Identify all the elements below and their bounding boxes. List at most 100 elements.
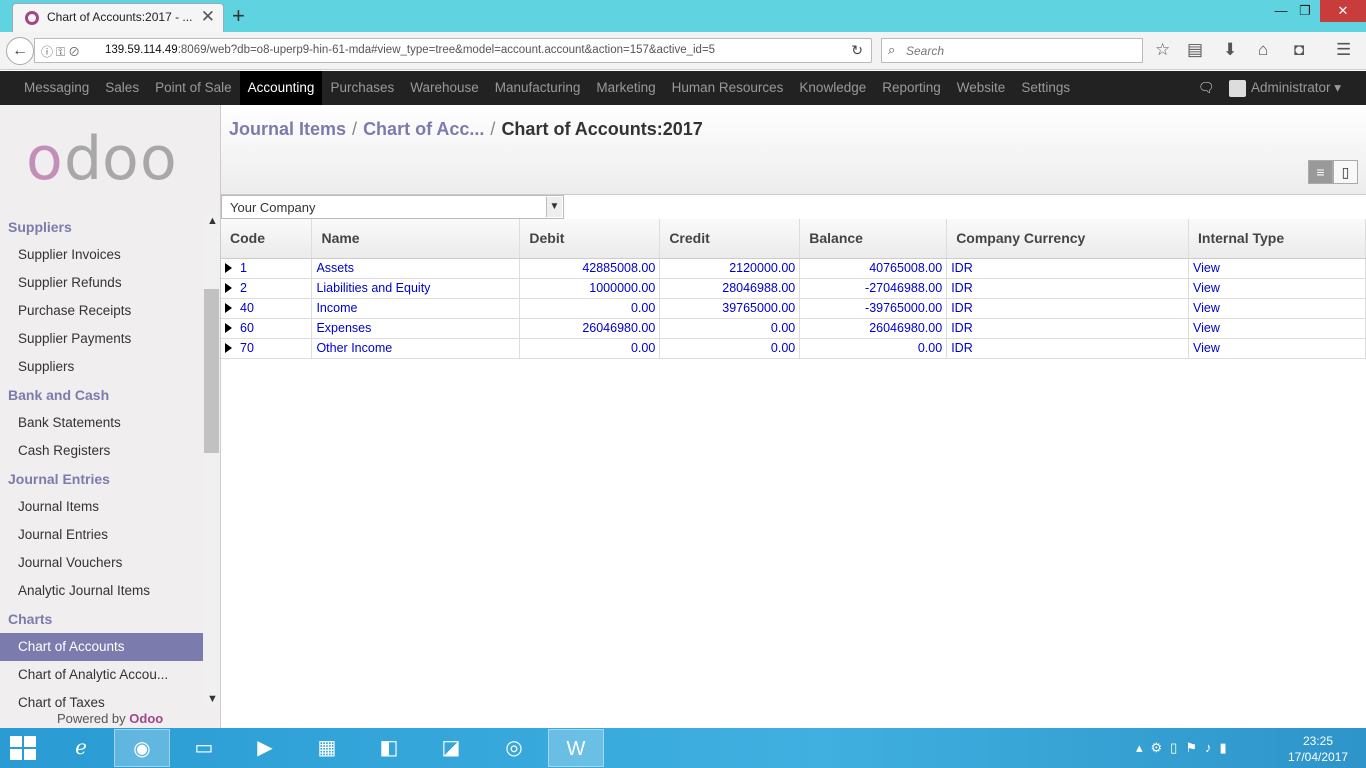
list-view-button[interactable]: ≡ — [1308, 160, 1333, 184]
table-row[interactable]: 1 Assets 42885008.00 2120000.00 40765008.00 I… — [221, 258, 1366, 279]
cell-type[interactable]: View — [1188, 278, 1366, 299]
file-explorer-icon[interactable]: ▭ — [176, 729, 232, 767]
window-close-icon[interactable]: ✕ — [1320, 0, 1366, 22]
column-header-credit[interactable]: Credit — [659, 219, 801, 259]
cell-debit[interactable]: 42885008.00 — [519, 258, 661, 279]
top-menu-purchases[interactable]: Purchases — [322, 71, 402, 105]
sidebar-item-supplier-payments[interactable]: Supplier Payments — [0, 325, 203, 353]
expand-triangle-icon[interactable] — [225, 283, 232, 293]
cell-credit[interactable]: 28046988.00 — [659, 278, 801, 299]
back-button[interactable]: ← — [6, 37, 34, 65]
notes-app-icon[interactable]: ◧ — [361, 729, 417, 767]
cell-debit[interactable]: 1000000.00 — [519, 278, 661, 299]
sidebar-item-bank-statements[interactable]: Bank Statements — [0, 409, 203, 437]
odoo-logo[interactable]: o d o o — [26, 129, 196, 189]
top-menu-warehouse[interactable]: Warehouse — [402, 71, 487, 105]
breadcrumb-journal-items[interactable]: Journal Items — [229, 119, 346, 139]
home-icon[interactable]: ⌂ — [1258, 40, 1268, 60]
chat-icon[interactable]: 🗨 — [1198, 80, 1215, 96]
cell-currency[interactable]: IDR — [946, 318, 1190, 339]
top-menu-human-resources[interactable]: Human Resources — [664, 71, 792, 105]
browser-tab[interactable]: Chart of Accounts:2017 - ... ✕ — [12, 3, 224, 32]
new-tab-button[interactable]: + — [232, 3, 245, 29]
top-menu-website[interactable]: Website — [949, 71, 1014, 105]
cell-balance[interactable]: 40765008.00 — [799, 258, 948, 279]
word-icon[interactable]: W — [548, 729, 604, 767]
cell-name[interactable]: Assets — [311, 258, 521, 279]
cell-currency[interactable]: IDR — [946, 338, 1190, 359]
restore-icon[interactable]: ❐ — [1290, 0, 1320, 22]
sidebar-item-supplier-refunds[interactable]: Supplier Refunds — [0, 269, 203, 297]
expand-triangle-icon[interactable] — [225, 303, 232, 313]
account-code[interactable]: 70 — [240, 341, 254, 355]
top-menu-marketing[interactable]: Marketing — [588, 71, 663, 105]
cell-currency[interactable]: IDR — [946, 278, 1190, 299]
cell-code[interactable]: 1 — [221, 258, 313, 279]
clapper-app-icon[interactable]: ▦ — [299, 729, 355, 767]
cell-type[interactable]: View — [1188, 298, 1366, 319]
account-code[interactable]: 40 — [240, 301, 254, 315]
form-view-button[interactable]: ▯ — [1333, 160, 1358, 184]
expand-triangle-icon[interactable] — [225, 263, 232, 273]
start-button-icon[interactable] — [10, 736, 38, 762]
cell-balance[interactable]: 26046980.00 — [799, 318, 948, 339]
top-menu-reporting[interactable]: Reporting — [874, 71, 949, 105]
breadcrumb-chart-of-accounts[interactable]: Chart of Acc... — [363, 119, 484, 139]
internet-explorer-icon[interactable]: ℯ — [53, 729, 109, 767]
cell-credit[interactable]: 0.00 — [659, 338, 801, 359]
sidebar-item-cash-registers[interactable]: Cash Registers — [0, 437, 203, 465]
cell-currency[interactable]: IDR — [946, 258, 1190, 279]
cell-debit[interactable]: 26046980.00 — [519, 318, 661, 339]
sidebar-item-chart-of-accounts[interactable]: Chart of Accounts — [0, 633, 203, 661]
sidebar-item-journal-items[interactable]: Journal Items — [0, 493, 203, 521]
top-menu-point-of-sale[interactable]: Point of Sale — [147, 71, 240, 105]
cell-credit[interactable]: 2120000.00 — [659, 258, 801, 279]
cell-code[interactable]: 70 — [221, 338, 313, 359]
cell-code[interactable]: 60 — [221, 318, 313, 339]
cell-type[interactable]: View — [1188, 318, 1366, 339]
table-row[interactable]: 60 Expenses 26046980.00 0.00 26046980.00 IDR V… — [221, 318, 1366, 339]
top-menu-accounting[interactable]: Accounting — [239, 71, 323, 105]
avatar[interactable] — [1229, 80, 1246, 97]
cell-debit[interactable]: 0.00 — [519, 338, 661, 359]
tab-close-icon[interactable]: ✕ — [201, 7, 215, 27]
powered-by-link[interactable]: Odoo — [129, 711, 163, 726]
company-select[interactable]: Your Company ▼ — [221, 195, 564, 219]
cell-name[interactable]: Other Income — [311, 338, 521, 359]
sidebar-item-journal-entries[interactable]: Journal Entries — [0, 521, 203, 549]
sidebar-item-chart-of-analytic-accou[interactable]: Chart of Analytic Accou... — [0, 661, 203, 689]
cell-debit[interactable]: 0.00 — [519, 298, 661, 319]
column-header-internal-type[interactable]: Internal Type — [1188, 219, 1366, 259]
media-player-icon[interactable]: ▶ — [237, 729, 293, 767]
column-header-company-currency[interactable]: Company Currency — [946, 219, 1190, 259]
cell-balance[interactable]: -27046988.00 — [799, 278, 948, 299]
bookmark-star-icon[interactable]: ☆ — [1155, 40, 1170, 60]
reload-icon[interactable]: ↻ — [851, 42, 863, 59]
cell-name[interactable]: Expenses — [311, 318, 521, 339]
firefox-icon[interactable]: ◉ — [114, 729, 170, 767]
chevron-down-icon[interactable]: ▼ — [546, 197, 562, 217]
sidebar-item-purchase-receipts[interactable]: Purchase Receipts — [0, 297, 203, 325]
pocket-icon[interactable]: ◘ — [1294, 40, 1304, 60]
column-header-balance[interactable]: Balance — [799, 219, 948, 259]
taskbar-clock[interactable]: 23:25 17/04/2017 — [1288, 733, 1348, 765]
column-header-debit[interactable]: Debit — [519, 219, 661, 259]
cell-name[interactable]: Liabilities and Equity — [311, 278, 521, 299]
account-code[interactable]: 60 — [240, 321, 254, 335]
sidebar-item-analytic-journal-items[interactable]: Analytic Journal Items — [0, 577, 203, 605]
system-tray-icons[interactable]: ▴⚙▯⚑♪▮ — [1136, 740, 1235, 756]
search-input[interactable]: ⌕ Search — [881, 38, 1143, 63]
user-menu[interactable]: Administrator ▾ — [1251, 80, 1341, 96]
download-icon[interactable]: ⬇ — [1223, 40, 1237, 60]
sidebar-item-journal-vouchers[interactable]: Journal Vouchers — [0, 549, 203, 577]
top-menu-sales[interactable]: Sales — [97, 71, 147, 105]
top-menu-settings[interactable]: Settings — [1013, 71, 1078, 105]
url-bar[interactable]: ⓘ⚿⊘ 139.59.114.49:8069/web?db=o8-uperp9-… — [34, 38, 872, 63]
top-menu-knowledge[interactable]: Knowledge — [791, 71, 874, 105]
scroll-down-icon[interactable]: ▼ — [207, 693, 218, 705]
cell-credit[interactable]: 39765000.00 — [659, 298, 801, 319]
cell-name[interactable]: Income — [311, 298, 521, 319]
expand-triangle-icon[interactable] — [225, 343, 232, 353]
sidebar-scrollbar[interactable]: ▲ ▼ — [203, 213, 220, 708]
reading-list-icon[interactable]: ▤ — [1187, 40, 1203, 60]
